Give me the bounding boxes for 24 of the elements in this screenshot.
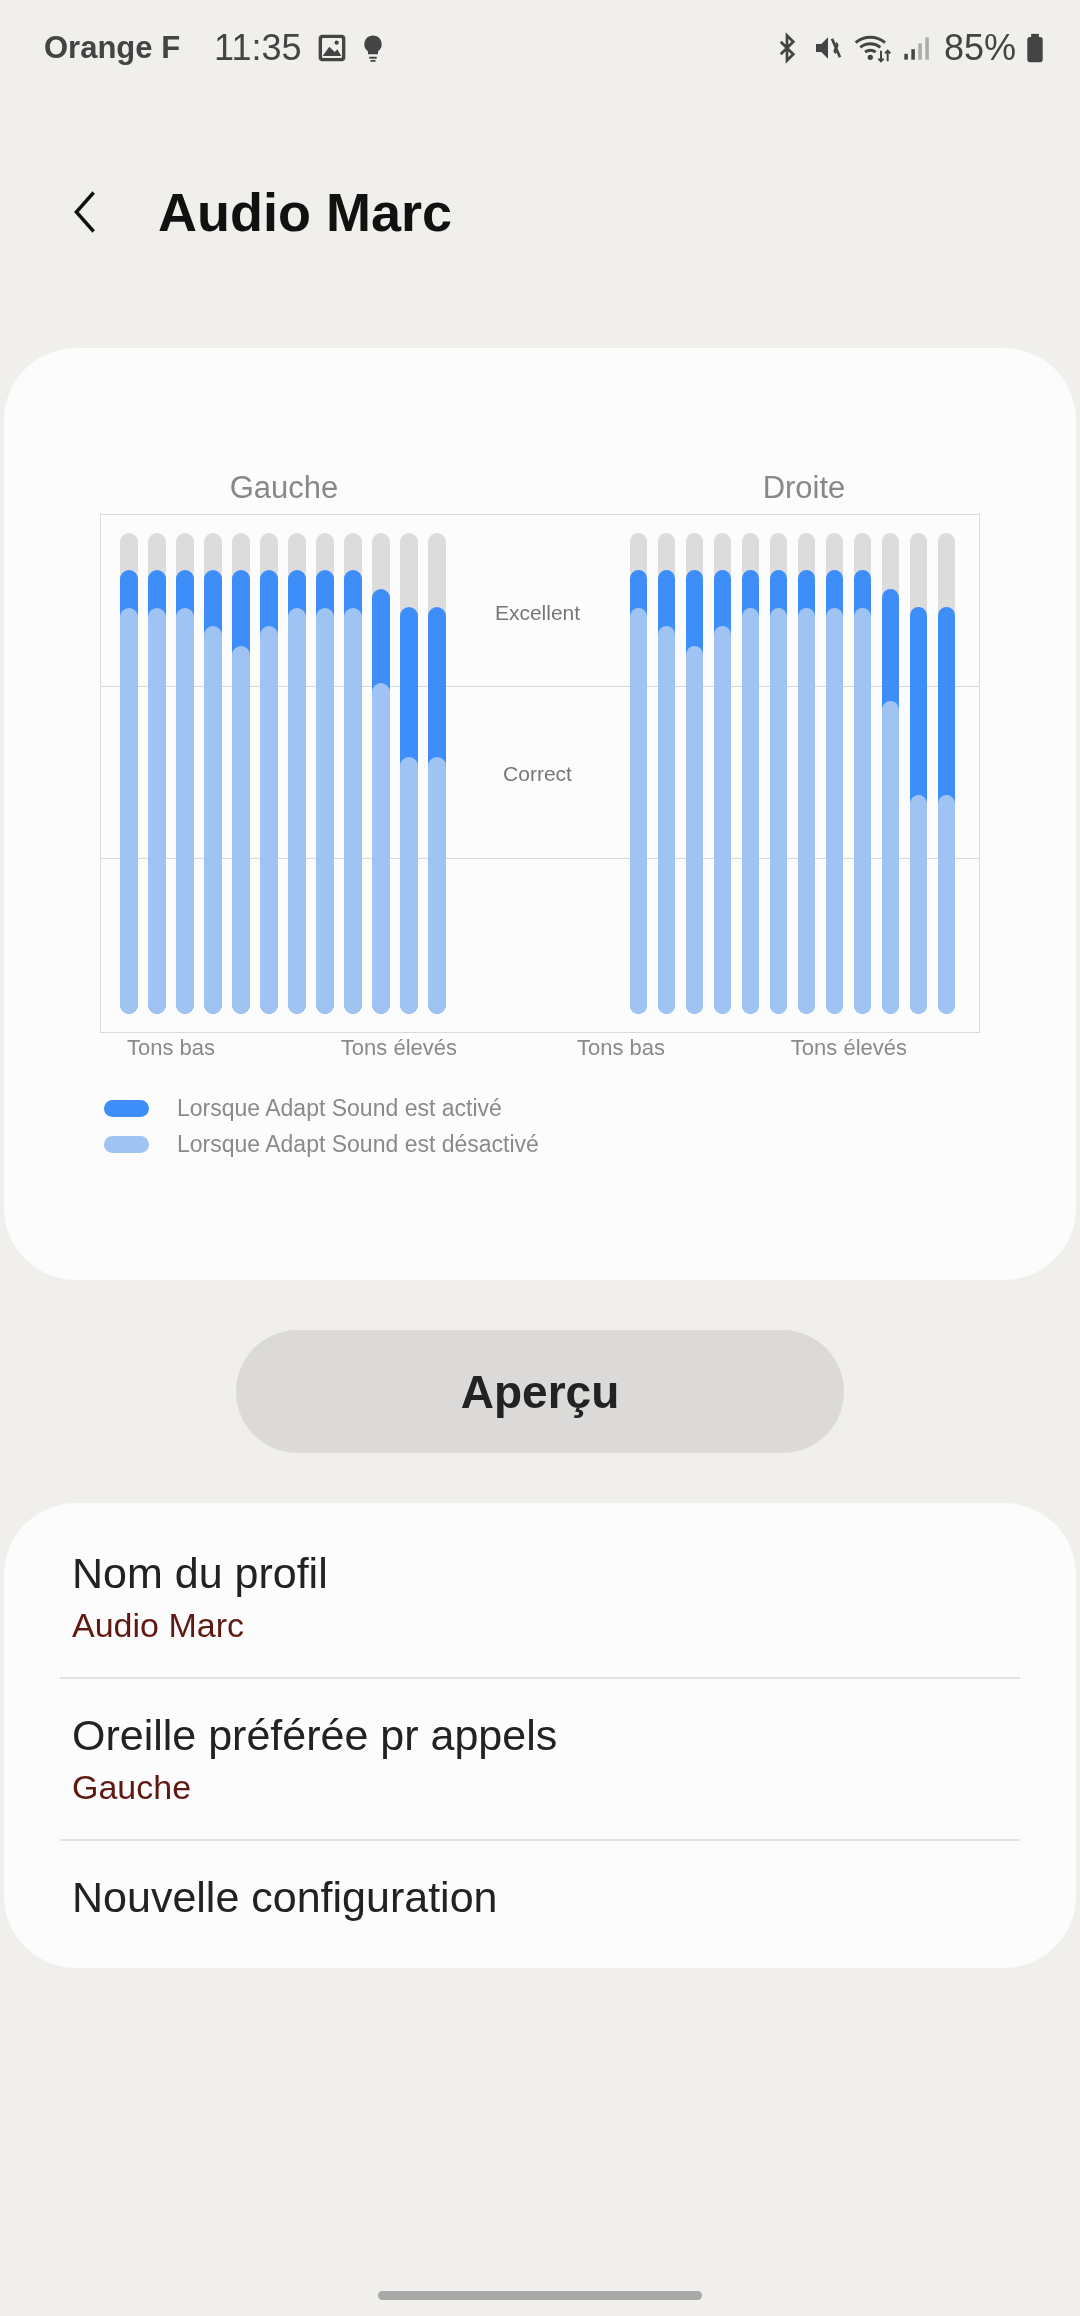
ear-title: Droite [761, 470, 847, 506]
axis-label: Tons élevés [340, 1035, 457, 1061]
settings-item[interactable]: Nouvelle configuration [4, 1841, 1076, 1954]
settings-item[interactable]: Oreille préférée pr appels Gauche [4, 1679, 1076, 1839]
preview-button[interactable]: Aperçu [236, 1330, 844, 1453]
band-label: Excellent [494, 601, 581, 626]
item-title: Oreille préférée pr appels [72, 1711, 559, 1760]
item-value: Audio Marc [72, 1606, 245, 1645]
axis-label: Tons bas [577, 1035, 666, 1061]
item-title: Nom du profil [72, 1549, 329, 1598]
settings-item[interactable]: Nom du profil Audio Marc [4, 1517, 1076, 1677]
band-label: Correct [503, 762, 572, 788]
ear-title: Gauche [228, 470, 340, 506]
legend-label: Lorsque Adapt Sound est activé [177, 1095, 502, 1122]
item-value: Gauche [72, 1768, 193, 1807]
page-title: Audio Marc [158, 181, 453, 243]
axis-label: Tons élevés [790, 1035, 907, 1061]
clock-time: 11:35 [214, 27, 302, 69]
carrier-name: Orange F [44, 30, 181, 66]
axis-label: Tons bas [127, 1035, 216, 1061]
battery-icon [1026, 32, 1044, 64]
battery-percent: 85% [943, 27, 1016, 69]
legend-label: Lorsque Adapt Sound est désactivé [177, 1131, 539, 1158]
item-title: Nouvelle configuration [72, 1873, 499, 1922]
